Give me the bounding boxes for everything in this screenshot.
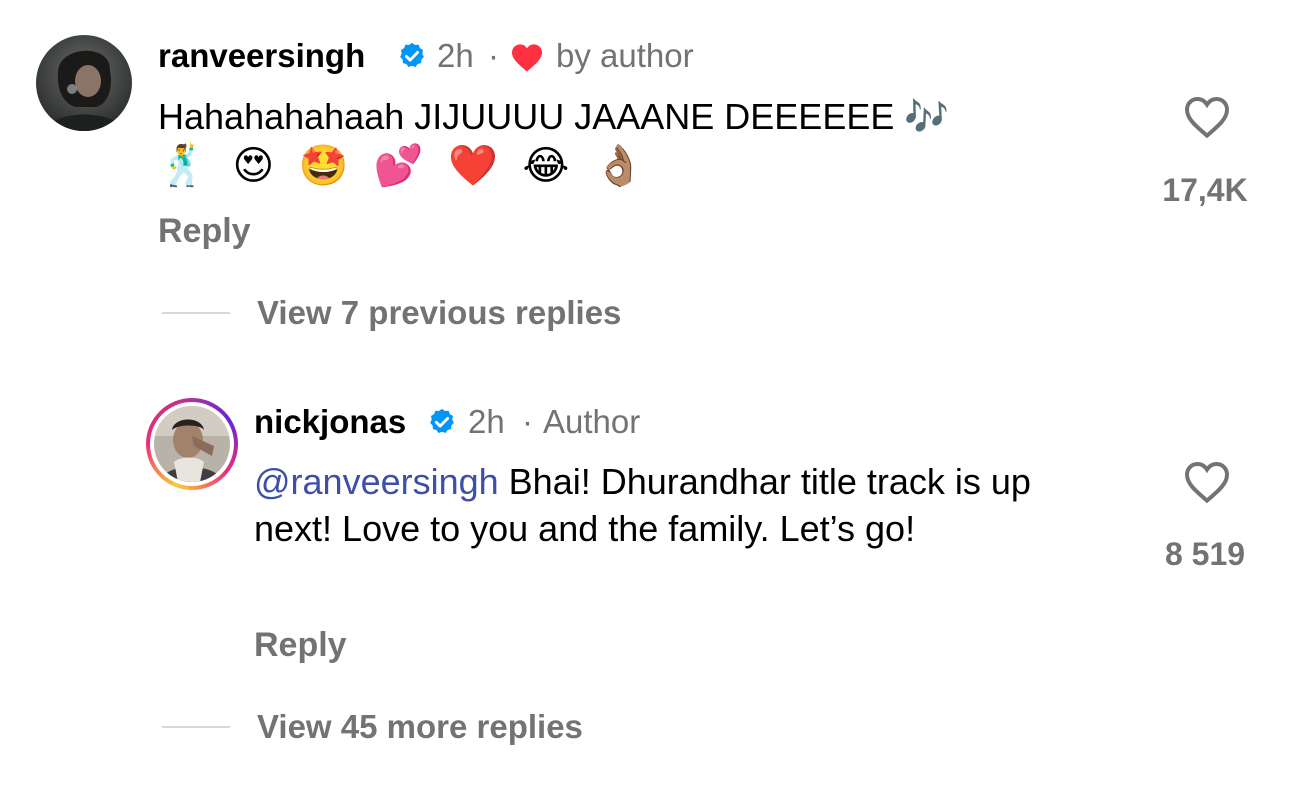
meta-separator: · [488,37,499,74]
thread-divider [162,726,230,728]
like-count: 8 519 [1164,536,1246,572]
verified-badge-icon [397,41,427,76]
comment-time: 2h [468,403,505,440]
reply-button[interactable]: Reply [254,626,347,665]
view-previous-replies-link[interactable]: View 7 previous replies [257,294,621,332]
heart-filled-icon [510,43,544,78]
comment-text: Hahahahahaah JIJUUUU JAAANE DEEEEEE 🎶 [158,96,950,137]
story-ring[interactable] [146,398,238,490]
avatar-ranveersingh[interactable] [36,35,132,131]
author-label: Author [543,403,641,440]
like-count: 17,4K [1162,172,1248,208]
view-more-replies-link[interactable]: View 45 more replies [257,708,583,746]
comment-text: @ranveersingh Bhai! Dhurandhar title tra… [254,458,1094,552]
mention-link[interactable]: @ranveersingh [254,461,499,502]
avatar-nickjonas [154,406,230,482]
comment-time: 2h [437,37,474,74]
avatar-image [36,35,132,131]
thread-divider [162,312,230,314]
verified-badge-icon [427,407,457,442]
username-nickjonas[interactable]: nickjonas [254,403,406,441]
username-ranveersingh[interactable]: ranveersingh [158,37,365,75]
meta-separator: · [522,403,533,440]
comment-emojis: 🕺 😍 🤩 💕 ❤️ 😂 👌🏽 [158,143,650,189]
avatar-image [154,406,230,482]
reply-button[interactable]: Reply [158,212,251,251]
heart-outline-icon[interactable] [1183,460,1231,509]
liked-by-author-label: by author [556,37,694,74]
heart-outline-icon[interactable] [1183,95,1231,144]
